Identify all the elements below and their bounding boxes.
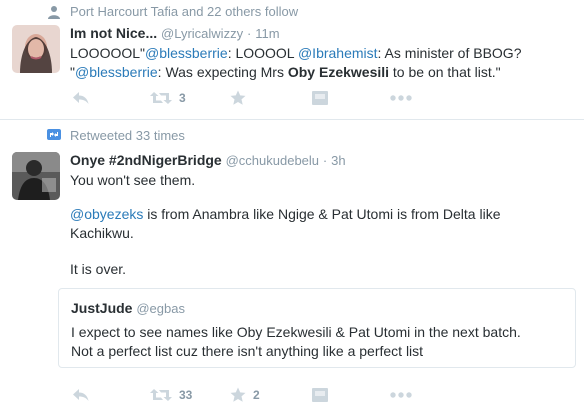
tweet-header: Onye #2ndNigerBridge @cchukudebelu · 3h: [70, 152, 346, 168]
retweet-count: 33: [179, 388, 193, 402]
text-segment: to be on that list.": [389, 64, 501, 80]
timestamp[interactable]: 11m: [255, 26, 279, 41]
quote-fullname[interactable]: JustJude: [71, 300, 132, 316]
username[interactable]: @Lyricalwizzy: [161, 26, 243, 41]
star-icon: [230, 90, 246, 105]
favorite-button[interactable]: [230, 88, 246, 108]
tweet[interactable]: Retweeted 33 times Onye #2ndNigerBridge …: [0, 121, 584, 415]
separator: ·: [246, 26, 252, 41]
text-segment: : Was expecting Mrs: [157, 64, 288, 80]
more-button[interactable]: [390, 385, 412, 405]
fullname[interactable]: Onye #2ndNigerBridge: [70, 152, 222, 168]
retweet-icon: [150, 389, 172, 401]
reply-icon: [73, 389, 89, 401]
timestamp[interactable]: 3h: [331, 153, 345, 168]
star-icon: [230, 387, 246, 402]
like-count: 2: [253, 388, 260, 402]
text-segment: : As minister of BBOG?: [377, 45, 522, 61]
dm-button[interactable]: [312, 385, 328, 405]
dm-button[interactable]: [312, 88, 328, 108]
social-context[interactable]: Retweeted 33 times: [70, 128, 185, 143]
retweet-context-icon: [47, 129, 61, 140]
more-dots-icon: [390, 392, 412, 398]
quoted-tweet[interactable]: JustJude @egbas I expect to see names li…: [58, 288, 576, 368]
envelope-icon: [312, 91, 328, 105]
retweet-icon: [150, 92, 172, 104]
avatar[interactable]: [12, 152, 60, 200]
mention-link[interactable]: @Ibrahemist: [298, 45, 378, 61]
username[interactable]: @cchukudebelu: [226, 153, 319, 168]
social-context[interactable]: Port Harcourt Tafia and 22 others follow: [70, 4, 298, 19]
more-button[interactable]: [390, 88, 412, 108]
avatar[interactable]: [12, 25, 60, 73]
tweet-header: Im not Nice... @Lyricalwizzy · 11m: [70, 25, 280, 41]
quote-username[interactable]: @egbas: [136, 301, 185, 316]
retweet-button[interactable]: 3: [150, 88, 186, 108]
tweet-actions: 3: [70, 88, 490, 108]
retweet-button[interactable]: 33: [150, 385, 192, 405]
reply-button[interactable]: [72, 88, 90, 108]
favorite-button[interactable]: 2: [230, 385, 260, 405]
tweet-text: LOOOOOL"@blessberrie: LOOOOL @Ibrahemist…: [70, 44, 570, 82]
quote-text: I expect to see names like Oby Ezekwesil…: [71, 323, 565, 361]
tweet-text: @obyezeks is from Anambra like Ngige & P…: [70, 205, 570, 243]
text-segment: LOOOOOL": [70, 45, 145, 61]
text-segment: is from Anambra like Ngige & Pat Utomi i…: [143, 206, 501, 222]
text-segment: : LOOOOL: [227, 45, 298, 61]
tweet-text-line: It is over.: [70, 261, 127, 277]
more-dots-icon: [390, 95, 412, 101]
person-icon: [48, 6, 60, 19]
mention-link[interactable]: @blessberrie: [75, 64, 158, 80]
tweet-text-line: You won't see them.: [70, 172, 196, 188]
highlighted-text: Oby Ezekwesili: [287, 64, 390, 80]
mention-link[interactable]: @blessberrie: [145, 45, 228, 61]
quote-text-line: I expect to see names like Oby Ezekwesil…: [71, 324, 521, 340]
reply-button[interactable]: [72, 385, 90, 405]
tweet[interactable]: Port Harcourt Tafia and 22 others follow…: [0, 0, 584, 120]
tweet-actions: 33 2: [70, 385, 490, 405]
separator: ·: [322, 153, 328, 168]
reply-icon: [73, 92, 89, 104]
quote-header: JustJude @egbas: [71, 300, 185, 316]
quote-text-line: Not a perfect list cuz there isn't anyth…: [71, 343, 424, 359]
fullname[interactable]: Im not Nice...: [70, 25, 157, 41]
retweet-count: 3: [179, 91, 186, 105]
mention-link[interactable]: @obyezeks: [70, 206, 143, 222]
text-segment: Kachikwu.: [70, 225, 134, 241]
envelope-icon: [312, 388, 328, 402]
